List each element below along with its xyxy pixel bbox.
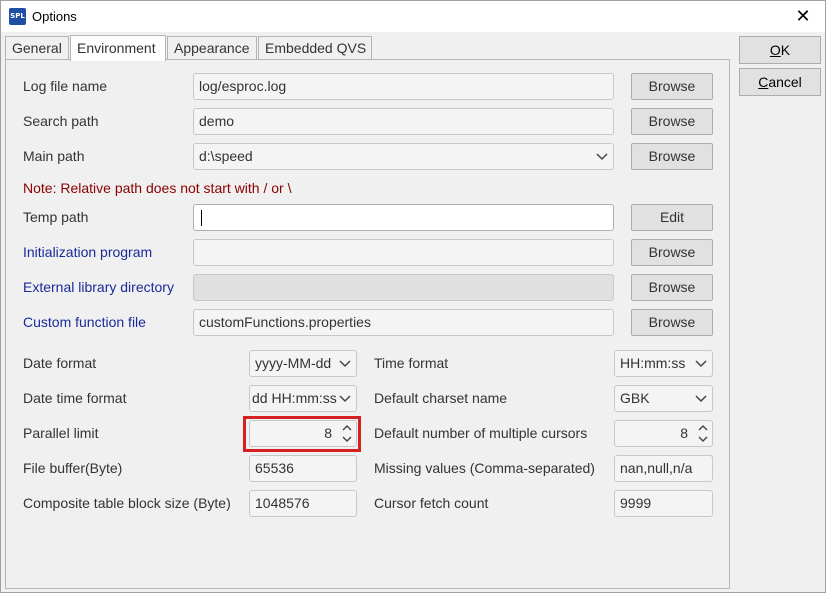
parallel-limit-label: Parallel limit xyxy=(23,425,99,441)
time-format-value: HH:mm:ss xyxy=(620,355,686,371)
custom-func-file-label[interactable]: Custom function file xyxy=(23,314,146,330)
close-icon[interactable]: ✕ xyxy=(781,1,825,32)
date-format-dropdown[interactable]: yyyy-MM-dd xyxy=(249,350,357,377)
cursor-fetch-label: Cursor fetch count xyxy=(374,495,489,511)
tab-environment[interactable]: Environment xyxy=(70,35,166,61)
custom-func-file-field[interactable]: customFunctions.properties xyxy=(193,309,614,336)
init-program-label[interactable]: Initialization program xyxy=(23,244,152,260)
ok-button[interactable]: OK xyxy=(739,36,821,64)
chevron-down-icon xyxy=(695,395,707,403)
main-path-browse-button[interactable]: Browse xyxy=(631,143,713,170)
file-buffer-label: File buffer(Byte) xyxy=(23,460,123,476)
tab-general[interactable]: General xyxy=(5,36,69,60)
window-title: Options xyxy=(32,9,77,24)
options-dialog: SPL Options ✕ General Environment Appear… xyxy=(0,0,826,593)
main-path-label: Main path xyxy=(23,148,85,164)
cancel-accelerator: C xyxy=(758,74,769,90)
ok-accelerator: O xyxy=(769,42,781,58)
chevron-down-icon xyxy=(596,153,608,161)
log-file-browse-button[interactable]: Browse xyxy=(631,73,713,100)
relative-path-note: Note: Relative path does not start with … xyxy=(23,180,292,196)
date-format-label: Date format xyxy=(23,355,97,371)
init-program-field[interactable] xyxy=(193,239,614,266)
date-format-value: yyyy-MM-dd xyxy=(255,355,332,371)
default-charset-value: GBK xyxy=(620,390,650,406)
missing-values-label: Missing values (Comma-separated) xyxy=(374,460,595,476)
date-time-format-value: dd HH:mm:ss xyxy=(252,390,337,406)
search-path-field[interactable]: demo xyxy=(193,108,614,135)
ext-lib-dir-field[interactable] xyxy=(193,274,614,301)
cursor-fetch-field[interactable]: 9999 xyxy=(614,490,713,517)
multi-cursors-label: Default number of multiple cursors xyxy=(374,425,588,441)
cancel-label-rest: ancel xyxy=(768,74,802,90)
block-size-label: Composite table block size (Byte) xyxy=(23,495,231,511)
text-cursor xyxy=(201,210,202,226)
ext-lib-dir-browse-button[interactable]: Browse xyxy=(631,274,713,301)
date-time-format-dropdown[interactable]: dd HH:mm:ss xyxy=(249,385,357,412)
date-time-format-label: Date time format xyxy=(23,390,127,406)
main-path-dropdown[interactable]: d:\speed xyxy=(193,143,614,170)
title-bar: SPL Options ✕ xyxy=(1,1,825,32)
custom-func-file-browse-button[interactable]: Browse xyxy=(631,309,713,336)
chevron-down-icon xyxy=(339,360,351,368)
init-program-browse-button[interactable]: Browse xyxy=(631,239,713,266)
time-format-dropdown[interactable]: HH:mm:ss xyxy=(614,350,713,377)
ext-lib-dir-label[interactable]: External library directory xyxy=(23,279,174,295)
missing-values-field[interactable]: nan,null,n/a xyxy=(614,455,713,482)
multi-cursors-value: 8 xyxy=(680,425,688,441)
cancel-button[interactable]: Cancel xyxy=(739,68,821,96)
log-file-name-field[interactable]: log/esproc.log xyxy=(193,73,614,100)
search-path-label: Search path xyxy=(23,113,99,129)
chevron-down-icon xyxy=(339,395,351,403)
temp-path-field[interactable] xyxy=(193,204,614,231)
log-file-name-label: Log file name xyxy=(23,78,108,94)
tab-embedded-qvs[interactable]: Embedded QVS xyxy=(258,36,372,60)
temp-path-label: Temp path xyxy=(23,209,89,225)
block-size-field[interactable]: 1048576 xyxy=(249,490,357,517)
spinner-arrows-icon[interactable] xyxy=(697,422,709,445)
highlight-box xyxy=(243,416,361,452)
tab-appearance[interactable]: Appearance xyxy=(167,36,257,60)
chevron-down-icon xyxy=(695,360,707,368)
main-path-value: d:\speed xyxy=(199,148,253,164)
spl-app-icon: SPL xyxy=(9,8,26,25)
temp-path-edit-button[interactable]: Edit xyxy=(631,204,713,231)
multi-cursors-spinner[interactable]: 8 xyxy=(614,420,713,447)
default-charset-dropdown[interactable]: GBK xyxy=(614,385,713,412)
ok-label-rest: K xyxy=(780,42,791,58)
default-charset-label: Default charset name xyxy=(374,390,508,406)
file-buffer-field[interactable]: 65536 xyxy=(249,455,357,482)
time-format-label: Time format xyxy=(374,355,449,371)
search-path-browse-button[interactable]: Browse xyxy=(631,108,713,135)
